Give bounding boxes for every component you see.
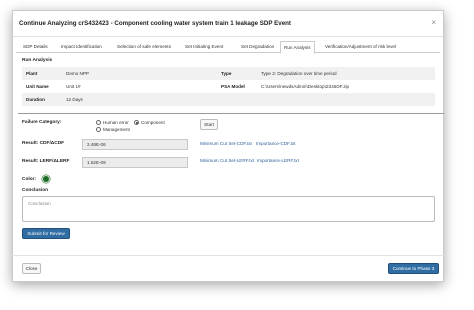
start-button[interactable]: Start (200, 119, 218, 130)
radio-label: Management (103, 127, 130, 132)
plant-value: Demo NPP (62, 67, 217, 80)
importance-cdf-link[interactable]: Importance-CDF.txt (256, 141, 296, 146)
modal-header: Continue Analyzing crS432423 - Component… (13, 11, 443, 37)
tab-run-analysis[interactable]: Run Analysis (280, 41, 315, 54)
analysis-info-table: Plant Demo NPP Type Type 2: Degradation … (22, 67, 435, 106)
unit-name-value: Unit 1# (66, 84, 81, 89)
lerf-result-field: 1.52E-09 (82, 157, 188, 168)
close-icon[interactable]: × (431, 18, 436, 27)
conclusion-textarea[interactable]: Conclusion (22, 196, 435, 222)
duration-label: Duration (22, 93, 62, 106)
close-button[interactable]: Close (22, 263, 41, 274)
tab-set-degradation[interactable]: Set Degradation (238, 41, 277, 53)
empty-cell (257, 93, 435, 106)
tab-set-initiating-event[interactable]: Set Initiating Event (182, 41, 226, 53)
failure-category-label: Failure Category: (22, 120, 62, 125)
tab-verification-adjustment[interactable]: Verification/Adjustment of risk level (322, 41, 399, 53)
duration-value: 12 Days (62, 93, 217, 106)
lerf-result-label: Result: LERF/ΔLERF (22, 159, 70, 164)
type-label: Type (217, 67, 257, 80)
table-row: Duration 12 Days (22, 93, 435, 106)
color-label: Color: (22, 177, 37, 182)
radio-management[interactable]: Management (96, 127, 130, 132)
radio-checked-icon[interactable] (134, 120, 139, 125)
risk-color-indicator-icon (42, 175, 50, 183)
table-row: Unit Name Unit 1# PSA Model C:\Users\new… (22, 80, 435, 93)
radio-circle-icon[interactable] (96, 127, 101, 132)
table-row: Plant Demo NPP Type Type 2: Degradation … (22, 67, 435, 80)
continue-phase-3-button[interactable]: Continue to Phase 3 (388, 263, 439, 274)
footer-divider (12, 255, 444, 256)
psa-model-label: PSA Model (221, 84, 245, 89)
plant-label: Plant (22, 67, 62, 80)
radio-circle-icon[interactable] (96, 120, 101, 125)
tab-sdp-details[interactable]: SDP Details (20, 41, 51, 53)
importance-lerf-link[interactable]: Importance-LERF.txt (257, 158, 299, 163)
cdf-result-label: Result: CDF/ΔCDF (22, 141, 65, 146)
submit-for-review-button[interactable]: Submit for Review (22, 228, 70, 239)
empty-cell (217, 93, 257, 106)
psa-model-value: C:\Users\newdsAdmin\Desktop\Z345DF.zip (261, 84, 350, 89)
radio-label: Human error (103, 120, 129, 125)
conclusion-label: Conclusion (22, 188, 49, 193)
unit-name-label: Unit Name (26, 84, 49, 89)
tab-bar: SDP Details Impact Identification Select… (16, 41, 440, 54)
tab-impact-identification[interactable]: Impact Identification (58, 41, 105, 53)
min-cut-set-cdf-link[interactable]: Minimum Cut Set-CDF.txt (200, 141, 252, 146)
section-title: Run Analysis (22, 58, 53, 63)
type-value: Type 2: Degradation over time period (257, 67, 435, 80)
radio-component[interactable]: Component (134, 120, 165, 125)
radio-label: Component (141, 120, 165, 125)
min-cut-set-lerf-link[interactable]: Minimum Cut Set-LERF.txt (200, 158, 254, 163)
radio-human-error[interactable]: Human error (96, 120, 129, 125)
section-divider (18, 113, 444, 114)
tab-selection-safe-elements[interactable]: Selection of safe elements (114, 41, 174, 53)
cdf-result-field: 2.48E-06 (82, 139, 188, 150)
modal-title: Continue Analyzing crS432423 - Component… (19, 20, 291, 27)
